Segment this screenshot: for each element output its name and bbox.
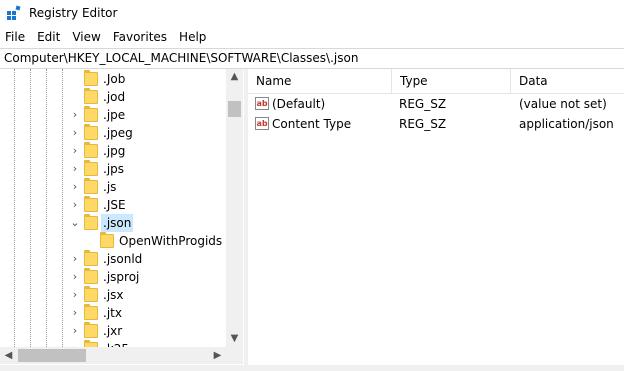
menu-bar: File Edit View Favorites Help	[0, 27, 624, 47]
collapsed-chevron-icon[interactable]: ›	[70, 178, 80, 196]
tree-item-label: .JSE	[103, 198, 126, 212]
window-title: Registry Editor	[29, 6, 118, 20]
column-header-name[interactable]: Name	[248, 69, 392, 93]
value-row[interactable]: ab Content Type REG_SZ application/json	[248, 115, 624, 133]
expanded-chevron-icon[interactable]: ⌄	[70, 214, 80, 232]
folder-icon	[84, 322, 98, 338]
tree-item[interactable]: › .jsx	[0, 286, 226, 304]
tree-item-label: .jpeg	[103, 126, 133, 140]
tree-item[interactable]: › .js	[0, 178, 226, 196]
value-type: REG_SZ	[399, 97, 447, 111]
folder-icon	[84, 286, 98, 302]
tree-vertical-scrollbar[interactable]: ▲ ▼	[226, 69, 243, 347]
tree-item[interactable]: › .jpg	[0, 142, 226, 160]
tree-item-label: .jsonld	[103, 252, 143, 266]
collapsed-chevron-icon[interactable]: ›	[70, 196, 80, 214]
tree-item[interactable]: OpenWithProgids	[0, 232, 226, 250]
tree-item-label: .js	[103, 180, 117, 194]
tree-item[interactable]: › .jps	[0, 160, 226, 178]
list-header: Name Type Data	[248, 69, 624, 94]
tree-item-label: .Job	[103, 72, 126, 86]
collapsed-chevron-icon[interactable]: ›	[70, 322, 80, 340]
value-name: Content Type	[272, 117, 352, 131]
tree-item[interactable]: › .jtx	[0, 304, 226, 322]
value-row[interactable]: ab (Default) REG_SZ (value not set)	[248, 95, 624, 113]
hscroll-thumb[interactable]	[18, 349, 86, 362]
tree-item[interactable]: › .jxr	[0, 322, 226, 340]
column-header-data[interactable]: Data	[511, 69, 624, 93]
menu-view[interactable]: View	[66, 27, 106, 47]
tree-item-label: .jod	[103, 90, 126, 104]
folder-icon	[84, 178, 98, 194]
tree-item[interactable]: › .jpe	[0, 106, 226, 124]
menu-edit[interactable]: Edit	[31, 27, 66, 47]
tree-item[interactable]: › .jsonld	[0, 250, 226, 268]
collapsed-chevron-icon[interactable]: ›	[70, 124, 80, 142]
scroll-thumb[interactable]	[228, 101, 241, 117]
tree-item[interactable]: › .jpeg	[0, 124, 226, 142]
scroll-corner	[226, 347, 243, 364]
scroll-down-arrow-icon[interactable]: ▼	[226, 331, 243, 347]
status-bar	[0, 365, 624, 371]
key-tree[interactable]: .Job .jod › .jpe › .jpeg › .jpg › .jps › .js › .JSE ⌄.…	[0, 69, 244, 365]
address-bar[interactable]: Computer\HKEY_LOCAL_MACHINE\SOFTWARE\Cla…	[0, 48, 624, 69]
tree-horizontal-scrollbar[interactable]: ◀ ▶	[0, 347, 226, 364]
no-expander	[70, 88, 80, 106]
folder-icon	[84, 88, 98, 104]
folder-icon	[84, 268, 98, 284]
tree-item-label: .jxr	[103, 324, 123, 338]
menu-favorites[interactable]: Favorites	[107, 27, 173, 47]
tree-item-label: .jsx	[103, 288, 124, 302]
menu-file[interactable]: File	[0, 27, 31, 47]
collapsed-chevron-icon[interactable]: ›	[70, 106, 80, 124]
scroll-left-arrow-icon[interactable]: ◀	[0, 347, 17, 364]
tree-item-label: .jtx	[103, 306, 122, 320]
folder-icon	[84, 70, 98, 86]
collapsed-chevron-icon[interactable]: ›	[70, 286, 80, 304]
string-value-icon: ab	[255, 97, 269, 110]
tree-item-label: .json	[101, 214, 134, 232]
value-name: (Default)	[272, 97, 326, 111]
tree-item[interactable]: .jod	[0, 88, 226, 106]
tree-item-label: .jsproj	[103, 270, 140, 284]
tree-item-label: OpenWithProgids	[119, 234, 223, 248]
folder-icon	[84, 106, 98, 122]
string-value-icon: ab	[255, 117, 269, 130]
menu-help[interactable]: Help	[173, 27, 212, 47]
no-expander	[86, 232, 96, 250]
values-list: Name Type Data ab (Default) REG_SZ (value n…	[248, 69, 624, 365]
scroll-up-arrow-icon[interactable]: ▲	[226, 69, 243, 85]
collapsed-chevron-icon[interactable]: ›	[70, 268, 80, 286]
title-bar: Registry Editor	[0, 0, 624, 26]
folder-icon	[84, 160, 98, 176]
folder-icon	[84, 196, 98, 212]
value-data: (value not set)	[519, 97, 607, 111]
value-data: application/json	[519, 117, 614, 131]
collapsed-chevron-icon[interactable]: ›	[70, 160, 80, 178]
column-header-type[interactable]: Type	[392, 69, 511, 93]
tree-item-label: .jpg	[103, 144, 126, 158]
registry-editor-icon	[7, 5, 21, 20]
tree-item-label: .jps	[103, 162, 125, 176]
tree-item[interactable]: › .JSE	[0, 196, 226, 214]
value-type: REG_SZ	[399, 117, 447, 131]
tree-item[interactable]: › .jsproj	[0, 268, 226, 286]
folder-icon	[84, 304, 98, 320]
folder-icon	[100, 232, 114, 248]
folder-icon	[84, 142, 98, 158]
folder-icon	[84, 124, 98, 140]
collapsed-chevron-icon[interactable]: ›	[70, 304, 80, 322]
folder-icon	[84, 250, 98, 266]
collapsed-chevron-icon[interactable]: ›	[70, 250, 80, 268]
folder-icon	[84, 214, 98, 230]
tree-item[interactable]: .Job	[0, 70, 226, 88]
tree-item-label: .jpe	[103, 108, 126, 122]
collapsed-chevron-icon[interactable]: ›	[70, 142, 80, 160]
scroll-right-arrow-icon[interactable]: ▶	[209, 347, 226, 364]
no-expander	[70, 70, 80, 88]
tree-item[interactable]: ⌄ .json	[0, 214, 226, 232]
